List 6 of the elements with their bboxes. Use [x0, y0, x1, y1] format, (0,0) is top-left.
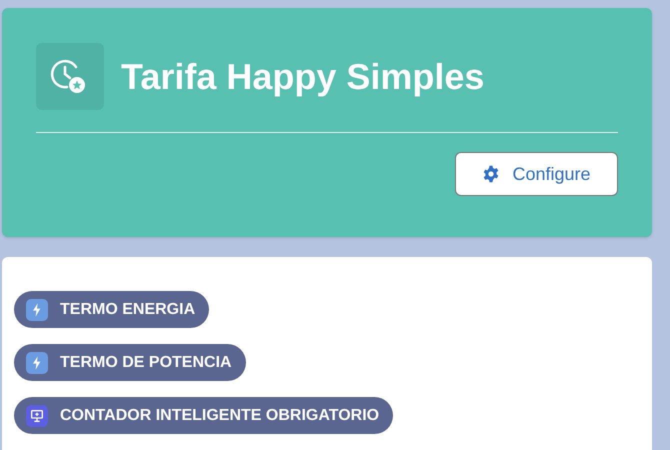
tag-label: TERMO ENERGIA	[60, 300, 196, 320]
tag-label: TERMO DE POTENCIA	[60, 352, 232, 372]
page-title: Tarifa Happy Simples	[121, 55, 484, 99]
configure-button[interactable]: Configure	[455, 152, 618, 196]
tag-label: CONTADOR INTELIGENTE OBRIGATORIO	[60, 406, 380, 426]
settings-icon	[482, 165, 500, 183]
